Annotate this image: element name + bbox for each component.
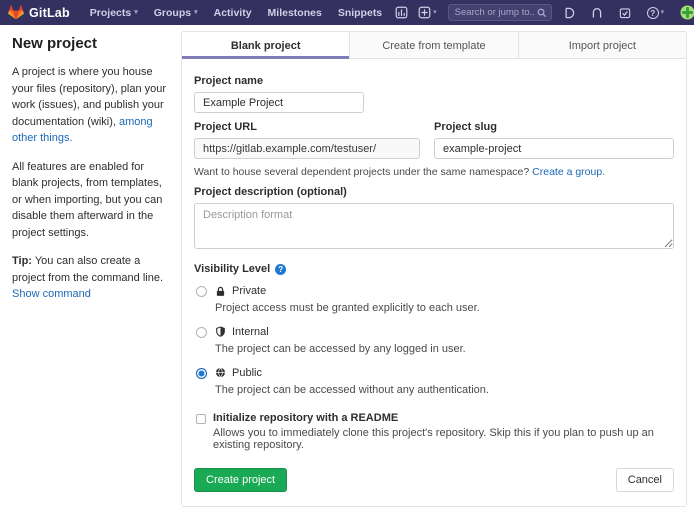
readme-checkbox[interactable] [196,414,206,424]
shield-icon [215,326,226,337]
readme-option: Initialize repository with a README Allo… [196,412,674,451]
navbar-right: ▾ ? ▾ [413,4,694,21]
project-description-textarea[interactable] [194,203,674,249]
nav-item-activity[interactable]: Activity [206,7,260,19]
search-icon [537,8,547,18]
page-body: New project A project is where you house… [0,25,694,507]
brand-name: GitLab [29,6,70,20]
nav-item-milestones[interactable]: Milestones [260,7,330,19]
todos-icon[interactable] [614,7,636,19]
nav-item-snippets[interactable]: Snippets [330,7,390,19]
project-slug-label: Project slug [434,121,674,133]
private-option-label[interactable]: Private [232,285,266,297]
plus-square-icon [418,6,431,19]
charts-icon[interactable] [390,6,413,19]
project-url-label: Project URL [194,121,420,133]
question-icon: ? [647,7,659,19]
tab-blank-project[interactable]: Blank project [182,32,349,59]
project-description-label: Project description (optional) [194,186,674,198]
intro-paragraph: A project is where you house your files … [12,64,167,147]
namespace-hint: Want to house several dependent projects… [194,166,674,178]
private-radio[interactable] [196,286,207,297]
public-option-desc: The project can be accessed without any … [215,383,489,398]
visibility-option-internal: Internal The project can be accessed by … [196,326,674,357]
project-slug-input[interactable] [434,138,674,159]
blank-project-form: Project name Project URL Project slug Wa… [182,59,686,506]
search-input[interactable] [449,5,551,20]
tip-label: Tip: [12,255,32,267]
visibility-help-icon[interactable]: ? [275,264,286,275]
visibility-option-private: Private Project access must be granted e… [196,285,674,316]
private-option-desc: Project access must be granted explicitl… [215,301,480,316]
page-title: New project [12,35,167,52]
gitlab-home-link[interactable]: GitLab [8,5,70,20]
top-navbar: GitLab Projects▾ Groups▾ Activity Milest… [0,0,694,25]
internal-radio[interactable] [196,327,207,338]
tab-create-from-template[interactable]: Create from template [349,32,517,59]
user-menu-button[interactable]: ▾ [675,5,694,20]
chevron-down-icon: ▾ [194,9,198,16]
issues-icon[interactable] [558,7,580,19]
project-name-label: Project name [194,75,674,87]
features-paragraph: All features are enabled for blank proje… [12,159,167,242]
avatar [680,5,694,20]
gitlab-tanuki-icon [8,5,24,20]
public-option-label[interactable]: Public [232,367,262,379]
nav-item-projects[interactable]: Projects▾ [82,7,146,19]
chevron-down-icon: ▾ [134,9,138,16]
navbar-links: Projects▾ Groups▾ Activity Milestones Sn… [82,6,413,19]
internal-option-label[interactable]: Internal [232,326,269,338]
visibility-level-label: Visibility Level [194,263,270,275]
tip-paragraph: Tip: You can also create a project from … [12,253,167,303]
project-name-input[interactable] [194,92,364,113]
lock-icon [215,286,226,297]
project-tabs: Blank project Create from template Impor… [182,32,686,59]
project-url-input[interactable] [194,138,420,159]
create-a-group-link[interactable]: Create a group. [532,166,605,178]
chevron-down-icon: ▾ [433,9,437,16]
readme-label[interactable]: Initialize repository with a README [213,412,674,424]
new-menu-button[interactable]: ▾ [413,6,442,19]
visibility-option-public: Public The project can be accessed witho… [196,367,674,398]
description-panel: New project A project is where you house… [12,31,181,507]
public-radio[interactable] [196,368,207,379]
readme-desc: Allows you to immediately clone this pro… [213,427,674,451]
global-search[interactable] [448,4,552,21]
internal-option-desc: The project can be accessed by any logge… [215,342,466,357]
nav-item-groups[interactable]: Groups▾ [146,7,206,19]
globe-icon [215,367,226,378]
new-project-card: Blank project Create from template Impor… [181,31,687,507]
create-project-button[interactable]: Create project [194,468,287,492]
show-command-link[interactable]: Show command [12,288,91,300]
cancel-button[interactable]: Cancel [616,468,674,492]
chevron-down-icon: ▾ [661,9,665,16]
help-menu-button[interactable]: ? ▾ [642,7,670,19]
tab-import-project[interactable]: Import project [518,32,686,59]
merge-requests-icon[interactable] [586,7,608,19]
